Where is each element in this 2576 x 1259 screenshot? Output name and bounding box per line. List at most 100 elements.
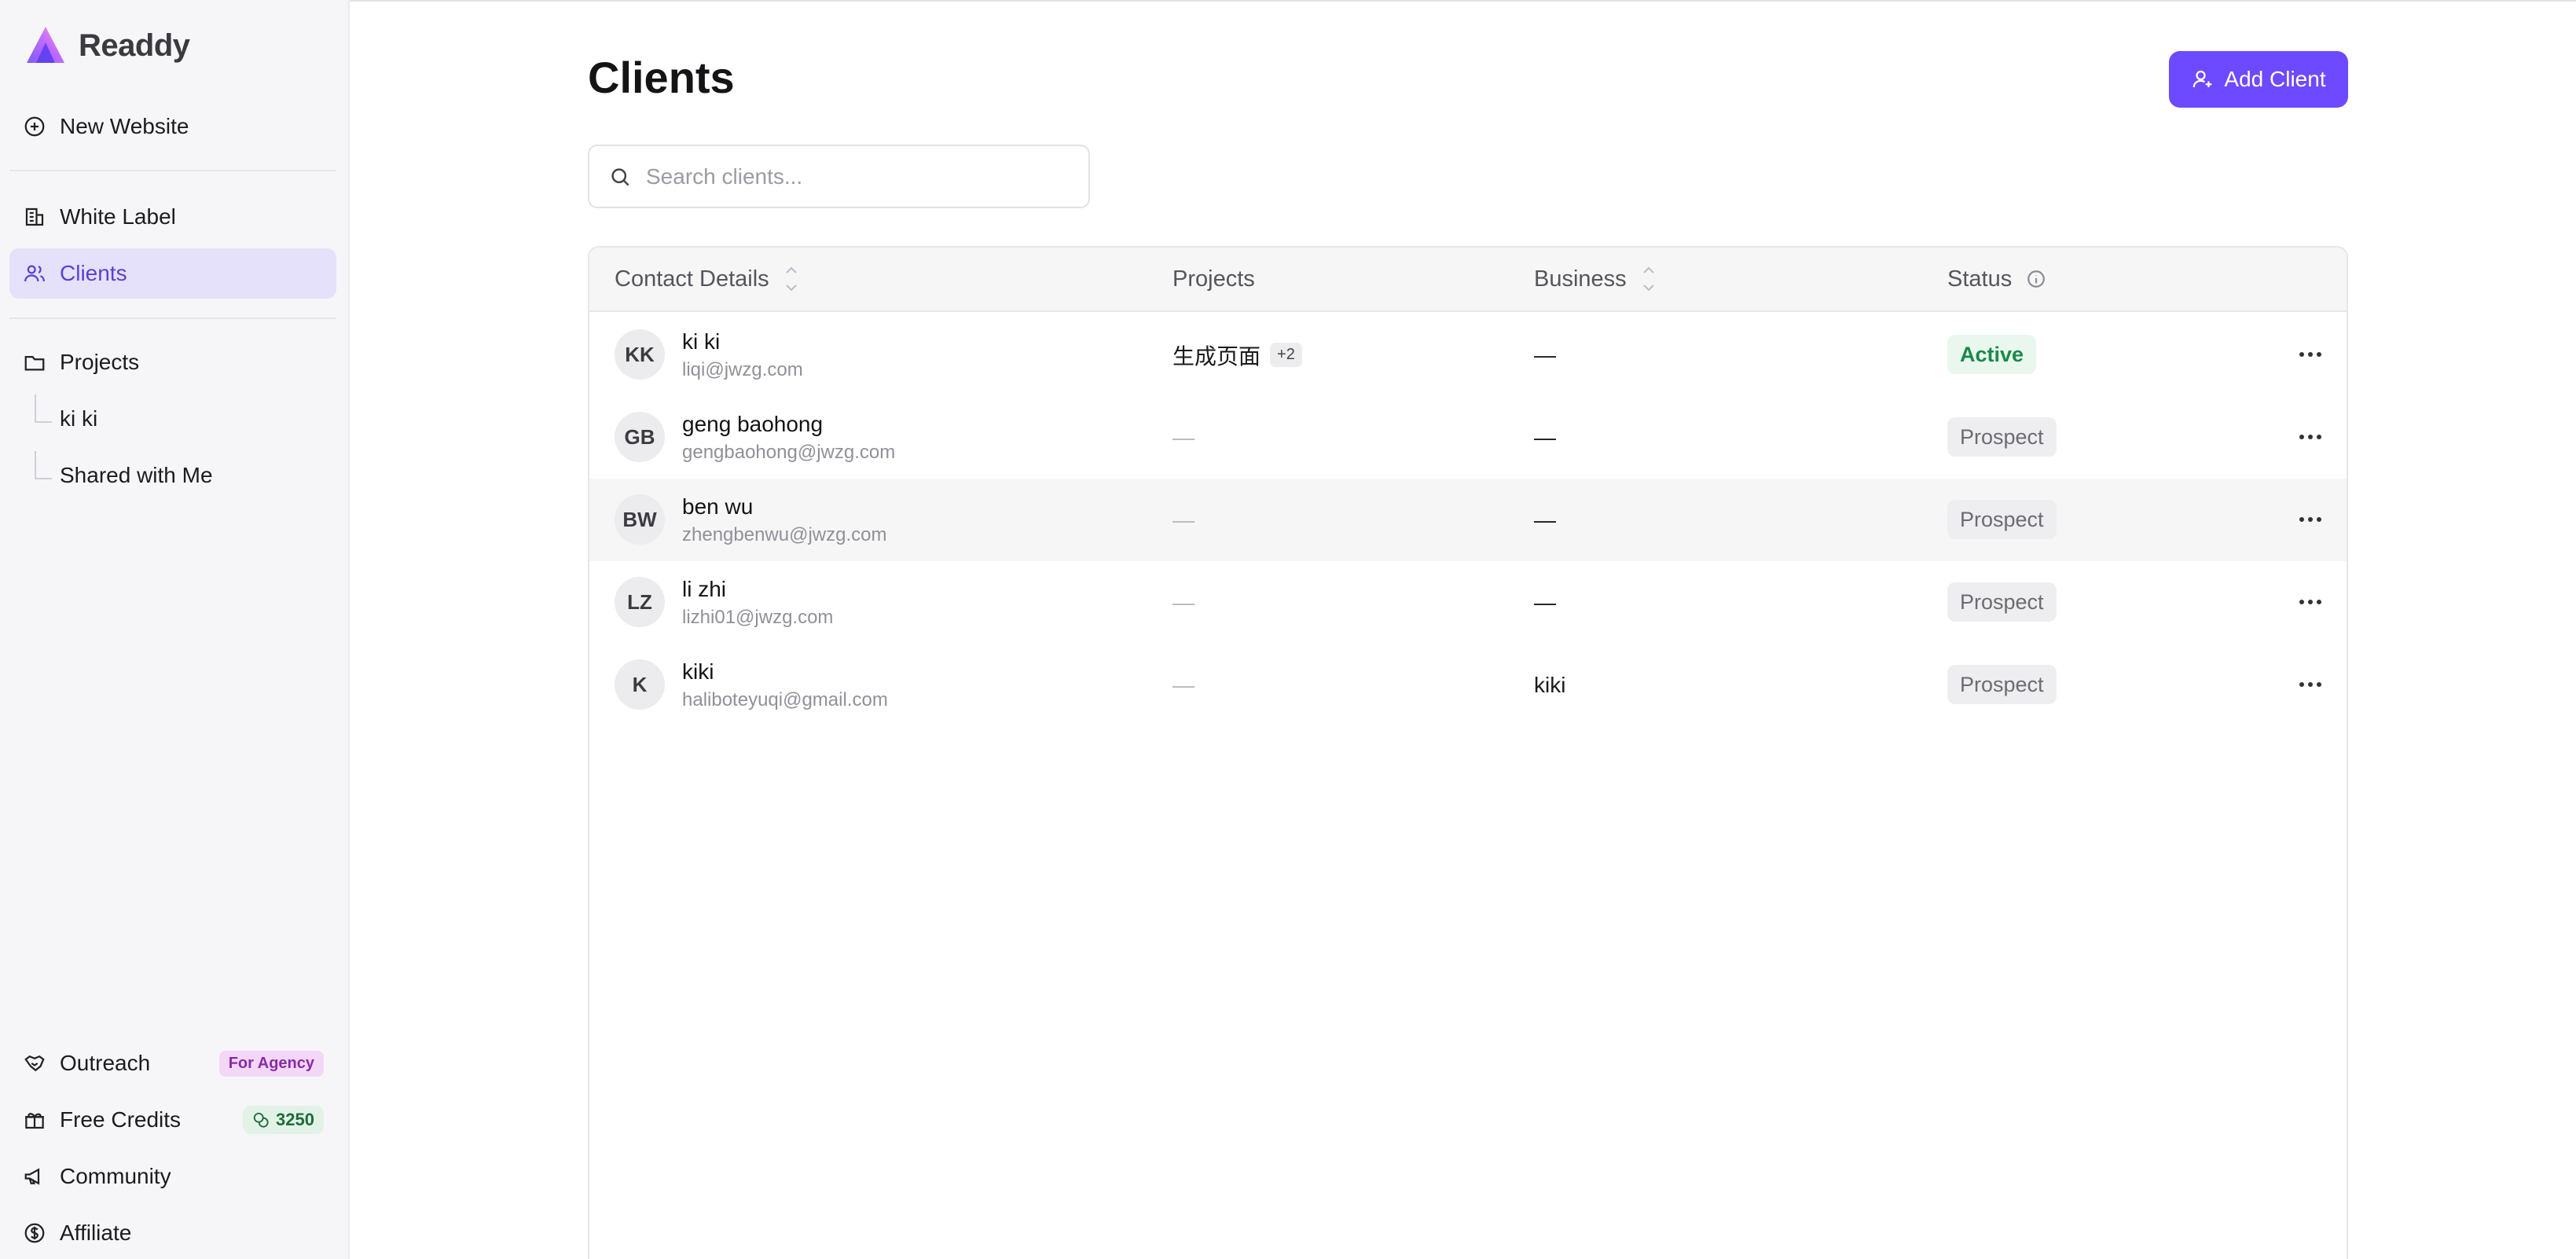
sort-icon[interactable]: [1641, 262, 1657, 296]
client-email: liqi@jwzg.com: [682, 359, 803, 380]
project-name: —: [1172, 507, 1194, 532]
client-projects: —: [1172, 561, 1194, 644]
sidebar-item-label: Shared with Me: [60, 463, 213, 487]
sidebar-item-label: Affiliate: [60, 1220, 132, 1245]
avatar: LZ: [615, 577, 665, 627]
sort-icon[interactable]: [783, 262, 799, 296]
client-email: lizhi01@jwzg.com: [682, 607, 834, 628]
table-row[interactable]: KK ki ki liqi@jwzg.com 生成页面 +2 — Active: [589, 314, 2347, 396]
client-email: zhengbenwu@jwzg.com: [682, 524, 887, 545]
project-name: —: [1172, 672, 1194, 697]
header-label: Status: [1947, 266, 2013, 292]
sidebar-item-shared-with-me[interactable]: Shared with Me: [35, 450, 213, 501]
sidebar-project-item[interactable]: ki ki: [35, 394, 97, 444]
sidebar-item-clients[interactable]: Clients: [9, 248, 336, 299]
status-badge: Prospect: [1947, 417, 2057, 457]
client-name: li zhi: [682, 577, 727, 601]
table-row[interactable]: K kiki haliboteyuqi@gmail.com — kiki Pro…: [589, 644, 2347, 726]
handshake-icon: [22, 1051, 47, 1076]
row-actions-button[interactable]: [2295, 672, 2326, 697]
add-client-label: Add Client: [2224, 67, 2326, 91]
search-icon: [611, 167, 629, 186]
client-projects: 生成页面 +2: [1172, 314, 1302, 396]
sidebar: Readdy New Website White Label Clients P…: [0, 0, 350, 1259]
top-border: [350, 0, 2576, 2]
table-row[interactable]: BW ben wu zhengbenwu@jwzg.com — — Prospe…: [589, 479, 2347, 561]
readdy-logo-icon: [27, 27, 64, 63]
client-projects: —: [1172, 479, 1194, 561]
sidebar-item-label: Clients: [60, 261, 127, 285]
avatar: KK: [615, 329, 665, 380]
sidebar-item-affiliate[interactable]: Affiliate: [9, 1208, 336, 1258]
sidebar-item-label: ki ki: [60, 406, 98, 431]
client-projects: —: [1172, 396, 1194, 479]
row-actions-button[interactable]: [2295, 507, 2326, 532]
row-actions-button[interactable]: [2295, 342, 2326, 367]
column-header-contact-details[interactable]: Contact Details: [615, 248, 799, 310]
brand-name: Readdy: [79, 28, 190, 63]
info-icon[interactable]: [2026, 269, 2046, 289]
header-label: Business: [1534, 266, 1627, 292]
avatar: GB: [615, 412, 665, 462]
user-plus-icon: [2193, 70, 2212, 88]
search-input[interactable]: [646, 163, 1070, 189]
client-name: ben wu: [682, 494, 754, 519]
more-horizontal-icon: [2299, 435, 2321, 439]
sidebar-item-white-label[interactable]: White Label: [9, 192, 336, 242]
header-label: Contact Details: [615, 266, 769, 292]
brand[interactable]: Readdy: [24, 24, 190, 68]
header-label: Projects: [1172, 266, 1255, 292]
table-header: Contact Details Projects Business Status: [589, 248, 2347, 312]
client-email: gengbaohong@jwzg.com: [682, 442, 896, 463]
sidebar-item-label: Projects: [60, 350, 140, 374]
row-actions-button[interactable]: [2295, 589, 2326, 615]
status-badge: Active: [1947, 335, 2037, 374]
column-header-projects: Projects: [1172, 248, 1255, 310]
client-business: —: [1534, 507, 1556, 532]
sidebar-item-label: Outreach: [60, 1051, 151, 1075]
sidebar-item-label: Community: [60, 1164, 171, 1188]
avatar: BW: [615, 494, 665, 545]
sidebar-item-label: Free Credits: [60, 1107, 182, 1132]
client-business: —: [1534, 424, 1556, 450]
dollar-circle-icon: [22, 1220, 47, 1246]
users-icon: [22, 261, 47, 286]
sidebar-item-new-website[interactable]: New Website: [9, 101, 336, 152]
folder-icon: [22, 350, 47, 375]
more-horizontal-icon: [2299, 682, 2321, 687]
sidebar-item-community[interactable]: Community: [9, 1151, 336, 1202]
sidebar-item-label: New Website: [60, 114, 189, 138]
client-business: —: [1534, 589, 1556, 615]
client-name: kiki: [682, 659, 714, 684]
more-horizontal-icon: [2299, 352, 2321, 357]
sidebar-item-label: White Label: [60, 204, 176, 229]
credits-badge: 3250: [243, 1106, 324, 1134]
row-actions-button[interactable]: [2295, 424, 2326, 450]
column-header-status: Status: [1947, 248, 2046, 310]
status-badge: Prospect: [1947, 500, 2057, 539]
client-projects: —: [1172, 644, 1194, 726]
table-row[interactable]: GB geng baohong gengbaohong@jwzg.com — —…: [589, 396, 2347, 479]
more-horizontal-icon: [2299, 600, 2321, 604]
gift-icon: [22, 1107, 47, 1132]
table-row[interactable]: LZ li zhi lizhi01@jwzg.com — — Prospect: [589, 561, 2347, 644]
plus-circle-icon: [22, 114, 47, 139]
sidebar-item-projects[interactable]: Projects: [9, 337, 336, 387]
for-agency-badge: For Agency: [218, 1050, 324, 1077]
status-badge: Prospect: [1947, 665, 2057, 704]
building-icon: [22, 204, 47, 229]
client-name: ki ki: [682, 329, 721, 354]
sidebar-item-free-credits[interactable]: Free Credits 3250: [9, 1095, 336, 1145]
avatar: K: [615, 659, 665, 710]
project-name: —: [1172, 424, 1194, 450]
add-client-button[interactable]: Add Client: [2169, 51, 2348, 108]
megaphone-icon: [22, 1164, 47, 1189]
page-title: Clients: [588, 53, 735, 102]
sidebar-divider: [9, 318, 336, 319]
clients-table: Contact Details Projects Business Status…: [588, 246, 2348, 1259]
more-projects-badge[interactable]: +2: [1270, 343, 1302, 367]
project-name[interactable]: 生成页面: [1172, 340, 1260, 371]
client-email: haliboteyuqi@gmail.com: [682, 689, 888, 710]
sidebar-item-outreach[interactable]: Outreach For Agency: [9, 1038, 336, 1088]
column-header-business[interactable]: Business: [1534, 248, 1657, 310]
